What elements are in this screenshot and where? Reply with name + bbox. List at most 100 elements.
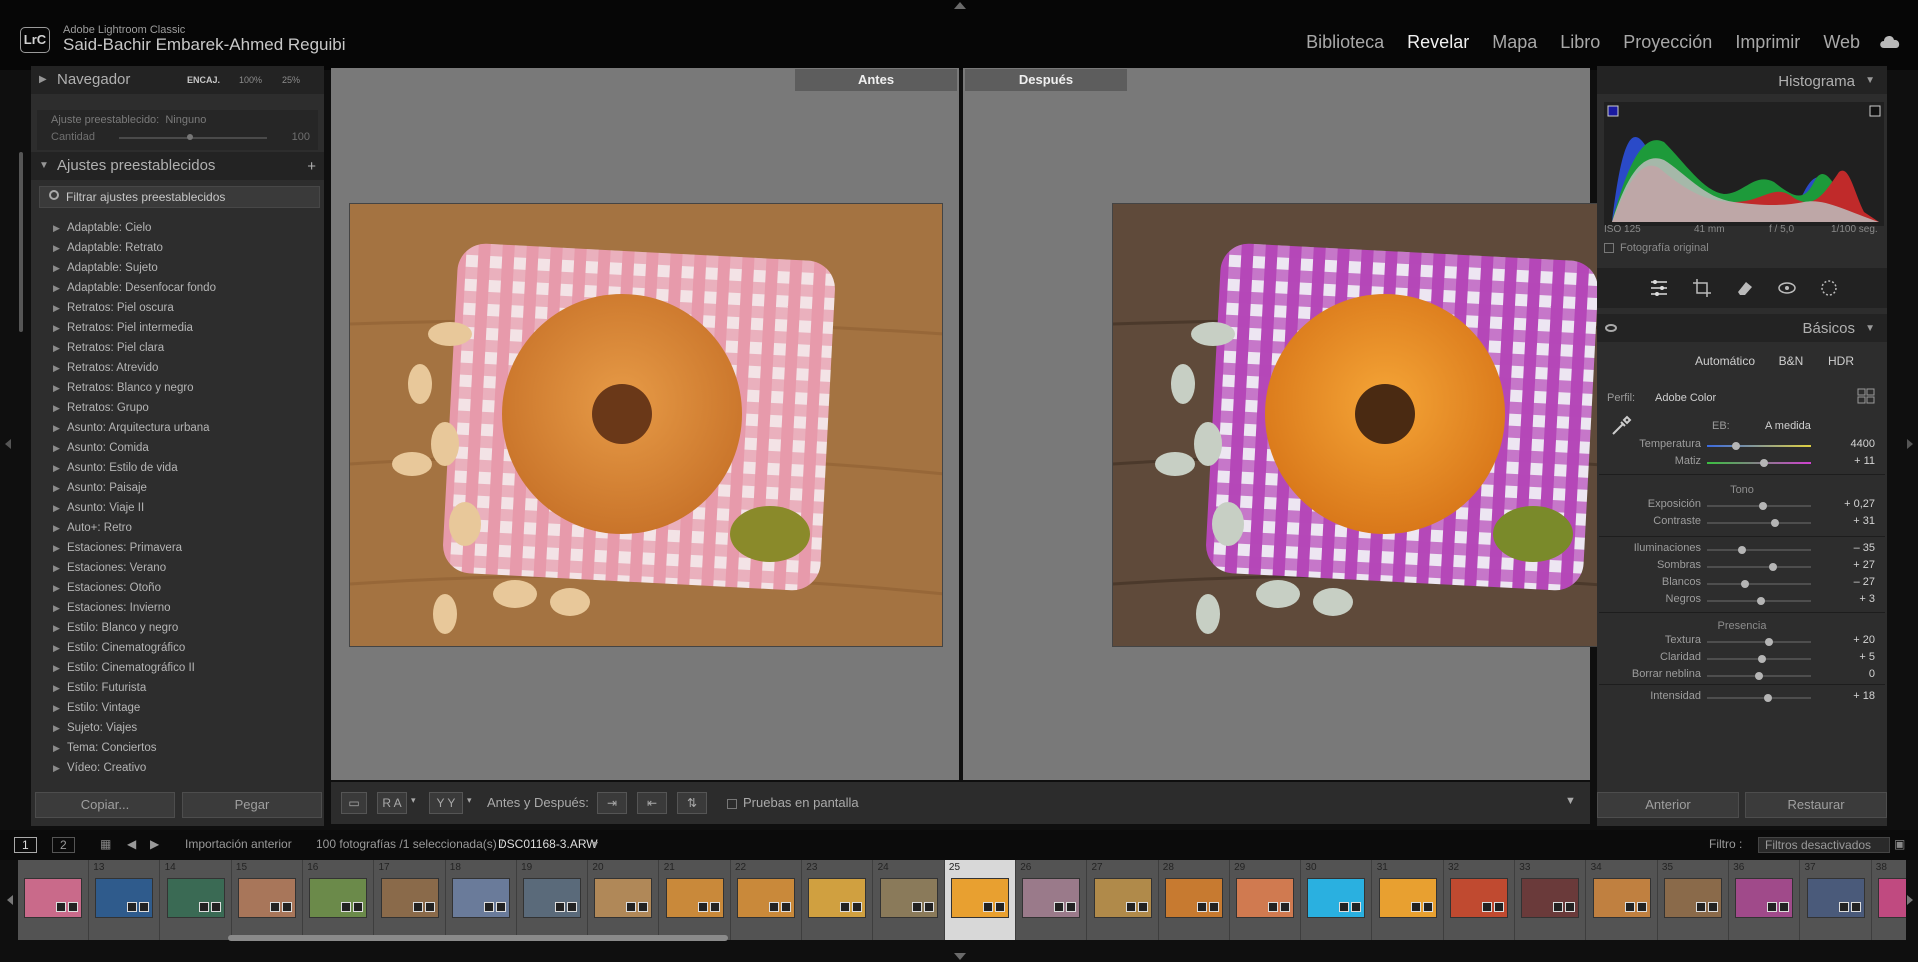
slider-value[interactable]: + 27 <box>1853 559 1875 571</box>
expand-triangle-icon[interactable]: ▶ <box>53 718 60 738</box>
original-photo-toggle[interactable]: Fotografía original <box>1604 242 1709 254</box>
collapse-triangle-icon[interactable]: ▼ <box>39 160 49 171</box>
dropdown-arrow-icon[interactable]: ▾ <box>411 795 416 806</box>
preset-folder[interactable]: ▶ Retratos: Blanco y negro <box>39 378 320 398</box>
eraser-icon[interactable] <box>1735 278 1755 298</box>
amount-slider-track[interactable] <box>119 137 267 139</box>
slider-value[interactable]: – 27 <box>1854 576 1875 588</box>
slider-exposición[interactable]: Exposición + 0,27 <box>1597 498 1887 514</box>
slider-value[interactable]: + 5 <box>1859 651 1875 663</box>
preset-folder[interactable]: ▶ Tema: Conciertos <box>39 738 320 758</box>
filmstrip-thumb[interactable]: 30 <box>1301 860 1373 940</box>
expand-triangle-icon[interactable]: ▶ <box>53 578 60 598</box>
filmstrip-thumb[interactable]: 37 <box>1801 860 1872 940</box>
collapse-triangle-icon[interactable]: ▼ <box>1865 75 1875 86</box>
slider-temperatura[interactable]: Temperatura 4400 <box>1597 438 1887 454</box>
before-photo[interactable] <box>349 203 943 647</box>
slider-value[interactable]: + 31 <box>1853 515 1875 527</box>
filmstrip-thumb[interactable]: 19 <box>517 860 589 940</box>
preset-folder[interactable]: ▶ Estilo: Vintage <box>39 698 320 718</box>
profile-select[interactable]: Adobe Color <box>1655 392 1716 404</box>
grid-view-icon[interactable]: ▦ <box>100 837 111 851</box>
slider-handle[interactable] <box>1764 694 1773 702</box>
eye-icon[interactable] <box>1605 324 1617 332</box>
preset-folder[interactable]: ▶ Estaciones: Primavera <box>39 538 320 558</box>
treatment-auto[interactable]: Automático <box>1687 350 1763 372</box>
slider-value[interactable]: – 35 <box>1854 542 1875 554</box>
module-web[interactable]: Web <box>1823 32 1860 53</box>
slider-handle[interactable] <box>1755 672 1763 680</box>
presets-header[interactable]: ▼ Ajustes preestablecidos + <box>31 152 324 180</box>
collapse-right-arrow-icon[interactable] <box>1906 438 1914 450</box>
module-revelar[interactable]: Revelar <box>1407 32 1469 53</box>
module-mapa[interactable]: Mapa <box>1492 32 1537 53</box>
filmstrip-thumb[interactable]: 21 <box>660 860 731 940</box>
expand-triangle-icon[interactable]: ▶ <box>53 758 60 778</box>
expand-triangle-icon[interactable]: ▶ <box>53 278 60 298</box>
slider-track[interactable] <box>1707 641 1811 643</box>
histogram[interactable] <box>1604 102 1884 226</box>
navigator-header[interactable]: ▶ Navegador ENCAJ. 100% 25% <box>31 66 324 94</box>
expand-triangle-icon[interactable]: ▶ <box>53 738 60 758</box>
preset-folder[interactable]: ▶ Estilo: Cinematográfico <box>39 638 320 658</box>
crop-icon[interactable] <box>1692 278 1712 298</box>
proof-check-box[interactable] <box>727 798 737 809</box>
preset-folder[interactable]: ▶ Retratos: Piel intermedia <box>39 318 320 338</box>
second-window-button[interactable]: 2 <box>52 837 75 853</box>
slider-contraste[interactable]: Contraste + 31 <box>1597 515 1887 531</box>
filmstrip-thumb[interactable]: 35 <box>1658 860 1729 940</box>
expand-triangle-icon[interactable]: ▶ <box>53 298 60 318</box>
file-menu-arrow-icon[interactable]: ▾ <box>592 837 598 851</box>
add-preset-icon[interactable]: + <box>307 158 316 175</box>
back-arrow-icon[interactable]: ◀ <box>127 837 136 851</box>
file-name[interactable]: DSC01168-3.ARW <box>498 837 598 851</box>
filmstrip-thumb[interactable]: 24 <box>874 860 945 940</box>
expand-triangle-icon[interactable]: ▶ <box>53 678 60 698</box>
preset-folder[interactable]: ▶ Retratos: Piel clara <box>39 338 320 358</box>
filmstrip-left-arrow-icon[interactable] <box>6 894 14 906</box>
slider-handle[interactable] <box>1759 502 1768 510</box>
expand-triangle-icon[interactable]: ▶ <box>53 538 60 558</box>
treatment-bw[interactable]: B&N <box>1771 350 1811 372</box>
source-label[interactable]: Importación anterior <box>185 837 292 851</box>
filmstrip-thumb[interactable] <box>18 860 89 940</box>
preset-folder[interactable]: ▶ Adaptable: Sujeto <box>39 258 320 278</box>
filmstrip-thumb[interactable]: 29 <box>1230 860 1302 940</box>
expand-triangle-icon[interactable]: ▶ <box>39 74 47 85</box>
collapse-bottom-arrow-icon[interactable] <box>953 952 967 962</box>
wb-select[interactable]: A medida <box>1765 420 1811 432</box>
expand-triangle-icon[interactable]: ▶ <box>53 638 60 658</box>
dropdown-arrow-icon[interactable]: ▾ <box>467 795 472 806</box>
preset-folder[interactable]: ▶ Retratos: Grupo <box>39 398 320 418</box>
slider-handle[interactable] <box>1758 655 1767 663</box>
slider-textura[interactable]: Textura + 20 <box>1597 634 1887 650</box>
slider-handle[interactable] <box>1760 459 1769 467</box>
filmstrip-thumb[interactable]: 20 <box>588 860 660 940</box>
preset-folder[interactable]: ▶ Asunto: Viaje II <box>39 498 320 518</box>
expand-triangle-icon[interactable]: ▶ <box>53 258 60 278</box>
expand-triangle-icon[interactable]: ▶ <box>53 438 60 458</box>
preset-folder[interactable]: ▶ Retratos: Atrevido <box>39 358 320 378</box>
expand-triangle-icon[interactable]: ▶ <box>53 698 60 718</box>
slider-track[interactable] <box>1707 566 1811 568</box>
expand-triangle-icon[interactable]: ▶ <box>53 598 60 618</box>
slider-claridad[interactable]: Claridad + 5 <box>1597 651 1887 667</box>
slider-handle[interactable] <box>1732 442 1741 450</box>
profile-browser-grid-icon[interactable] <box>1857 388 1875 404</box>
masking-icon[interactable] <box>1819 278 1839 298</box>
zoom-fit[interactable]: ENCAJ. <box>187 75 220 85</box>
module-biblioteca[interactable]: Biblioteca <box>1306 32 1384 53</box>
before-after-split-button[interactable]: Y Y <box>429 792 463 814</box>
slider-handle[interactable] <box>1741 580 1750 588</box>
slider-iluminaciones[interactable]: Iluminaciones – 35 <box>1597 542 1887 558</box>
copy-before-to-after-icon[interactable]: ⇥ <box>597 792 627 814</box>
preset-folder[interactable]: ▶ Asunto: Paisaje <box>39 478 320 498</box>
filmstrip-thumb[interactable]: 17 <box>375 860 446 940</box>
filmstrip-thumb[interactable]: 27 <box>1088 860 1159 940</box>
expand-triangle-icon[interactable]: ▶ <box>53 398 60 418</box>
slider-handle[interactable] <box>1770 519 1779 527</box>
preset-filter-input[interactable]: Filtrar ajustes preestablecidos <box>39 186 320 208</box>
paste-button[interactable]: Pegar <box>182 792 322 818</box>
slider-borrar-neblina[interactable]: Borrar neblina 0 <box>1597 668 1887 684</box>
slider-handle[interactable] <box>1768 563 1777 571</box>
